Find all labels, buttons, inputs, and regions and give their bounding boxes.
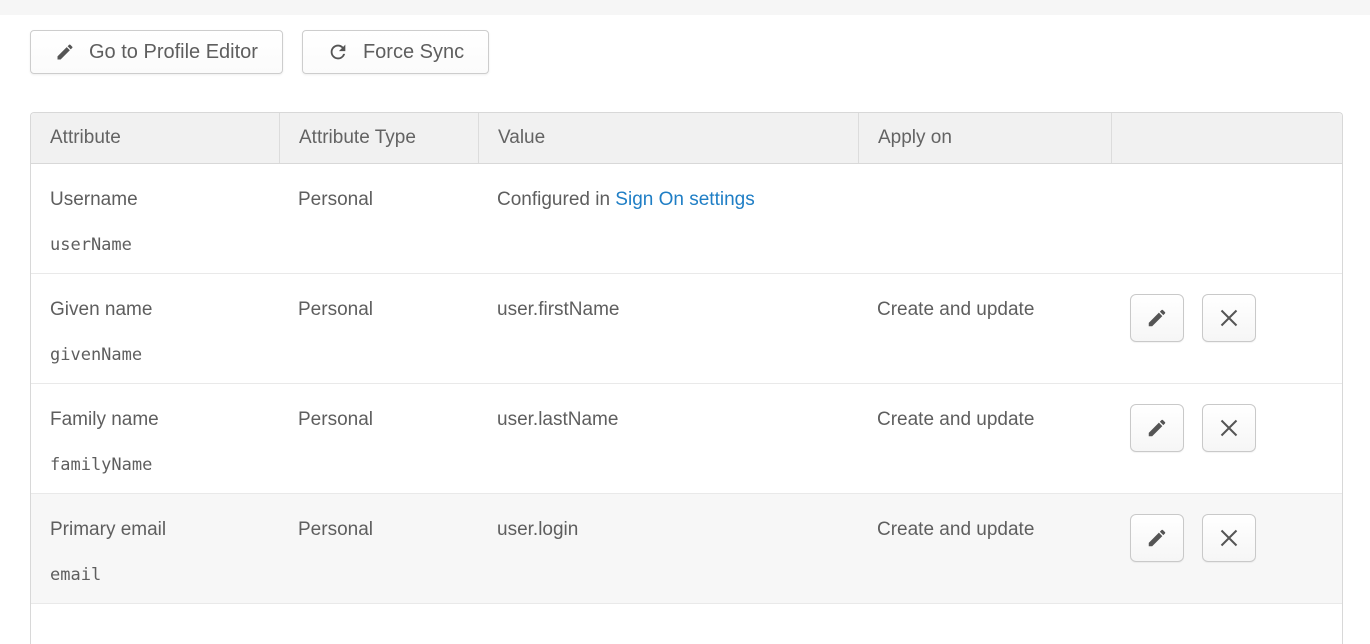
table-row: Family name familyName Personal user.las… [31,384,1342,494]
table-body: Username userName Personal Configured in… [31,164,1342,604]
delete-attribute-button[interactable] [1202,294,1256,342]
close-icon [1217,306,1241,330]
pencil-icon [1146,307,1168,329]
go-to-profile-editor-label: Go to Profile Editor [89,41,258,64]
attribute-mappings-table: AttributeAttribute TypeValueApply on Use… [30,112,1343,644]
value-cell: user.firstName [478,274,858,383]
value-cell: Configured in Sign On settings [478,164,858,273]
attribute-label: Primary email [50,519,269,541]
edit-attribute-button[interactable] [1130,294,1184,342]
apply-on-cell: Create and update [858,274,1111,383]
edit-attribute-button[interactable] [1130,514,1184,562]
refresh-icon [327,41,349,63]
delete-attribute-button[interactable] [1202,404,1256,452]
attribute-cell: Given name givenName [31,274,279,383]
attribute-type-cell: Personal [279,164,478,273]
attribute-type-cell: Personal [279,384,478,493]
column-header: Attribute [31,113,279,163]
attribute-variable: userName [50,235,269,255]
actions-cell [1111,384,1342,493]
close-icon [1217,526,1241,550]
attribute-variable: familyName [50,455,269,475]
top-strip [0,0,1370,15]
sign-on-settings-link[interactable]: Sign On settings [615,189,754,210]
value-text: Configured in [497,189,615,210]
attribute-label: Family name [50,409,269,431]
column-header: Attribute Type [279,113,478,163]
column-header: Value [478,113,858,163]
pencil-icon [1146,527,1168,549]
attribute-type-cell: Personal [279,274,478,383]
toolbar: Go to Profile Editor Force Sync [30,30,489,74]
table-row: Username userName Personal Configured in… [31,164,1342,274]
attribute-cell: Primary email email [31,494,279,603]
actions-cell [1111,164,1342,273]
attribute-cell: Username userName [31,164,279,273]
table-row: Given name givenName Personal user.first… [31,274,1342,384]
value-text: user.lastName [497,409,618,430]
force-sync-label: Force Sync [363,41,464,64]
table-header-row: AttributeAttribute TypeValueApply on [31,113,1342,164]
value-text: user.login [497,519,578,540]
pencil-icon [55,42,75,62]
edit-attribute-button[interactable] [1130,404,1184,452]
attribute-cell: Family name familyName [31,384,279,493]
table-row: Primary email email Personal user.login … [31,494,1342,604]
column-header: Apply on [858,113,1111,163]
attribute-type-cell: Personal [279,494,478,603]
value-cell: user.lastName [478,384,858,493]
value-cell: user.login [478,494,858,603]
force-sync-button[interactable]: Force Sync [302,30,489,74]
actions-cell [1111,274,1342,383]
go-to-profile-editor-button[interactable]: Go to Profile Editor [30,30,283,74]
attribute-label: Username [50,189,269,211]
attribute-variable: email [50,565,269,585]
delete-attribute-button[interactable] [1202,514,1256,562]
actions-cell [1111,494,1342,603]
column-header [1111,113,1342,163]
attribute-variable: givenName [50,345,269,365]
apply-on-cell: Create and update [858,384,1111,493]
apply-on-cell: Create and update [858,494,1111,603]
apply-on-cell [858,164,1111,273]
attribute-label: Given name [50,299,269,321]
close-icon [1217,416,1241,440]
value-text: user.firstName [497,299,619,320]
pencil-icon [1146,417,1168,439]
